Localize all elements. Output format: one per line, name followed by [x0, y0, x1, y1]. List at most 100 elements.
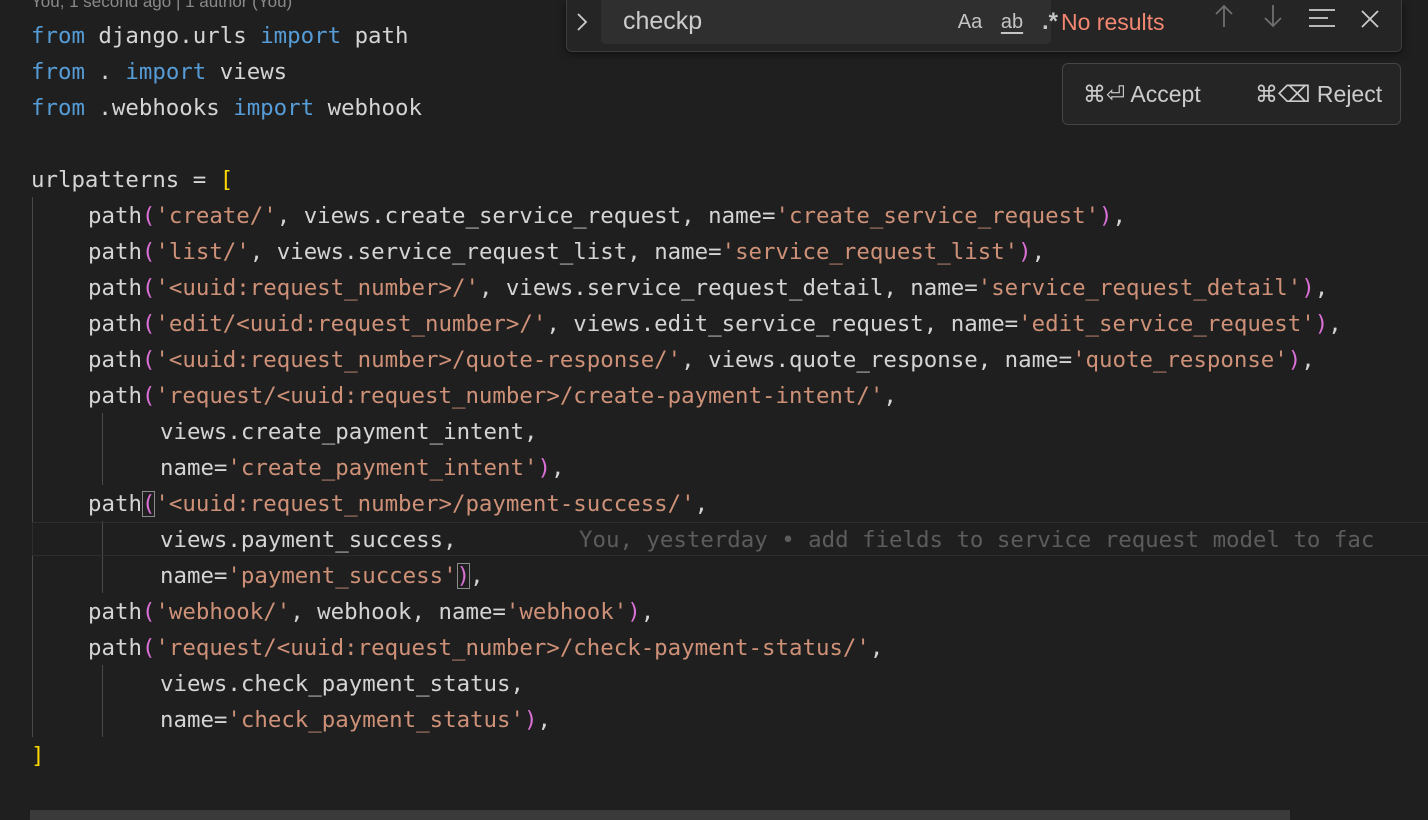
reject-button[interactable]: ⌘⌫ Reject [1255, 64, 1382, 124]
close-icon [1361, 10, 1379, 28]
matched-bracket: ) [456, 563, 471, 589]
find-in-selection-button[interactable] [1305, 0, 1339, 40]
code-line-20[interactable]: name='check_payment_status'), [160, 702, 551, 738]
bracket: ) [537, 455, 551, 481]
code-line-8[interactable]: path('<uuid:request_number>/', views.ser… [88, 270, 1328, 306]
module-name: .webhooks [98, 95, 220, 121]
code-text: name= [160, 707, 228, 733]
punctuation: , [1301, 347, 1315, 373]
next-match-button[interactable] [1256, 0, 1290, 40]
code-line-1[interactable]: from django.urls import path [31, 18, 408, 54]
code-line-13[interactable]: name='create_payment_intent'), [160, 450, 564, 486]
code-text: , views.service_request_detail, name= [478, 275, 978, 301]
code-text: , views.edit_service_request, name= [546, 311, 1019, 337]
whole-word-toggle[interactable]: ab [993, 0, 1031, 44]
function-name: path [88, 491, 142, 517]
code-line-21[interactable]: ] [31, 738, 44, 774]
string: 'create_payment_intent' [227, 455, 538, 481]
function-name: path [88, 203, 142, 229]
code-line-10[interactable]: path('<uuid:request_number>/quote-respon… [88, 342, 1315, 378]
bracket: ) [1301, 275, 1315, 301]
codelens-blame[interactable]: You, 1 second ago | 1 author (You) [31, 0, 292, 12]
punctuation: , [883, 383, 897, 409]
function-name: path [88, 311, 142, 337]
keyword: import [125, 59, 207, 85]
indent-guide [32, 197, 33, 737]
function-name: path [88, 635, 142, 661]
code-line-7[interactable]: path('list/', views.service_request_list… [88, 234, 1045, 270]
string: 'service_request_list' [721, 239, 1019, 265]
previous-match-button[interactable] [1207, 0, 1241, 40]
inline-diff-actions: ⌘⏎ Accept ⌘⌫ Reject [1062, 63, 1401, 125]
bracket: ( [141, 203, 156, 229]
string: 'edit_service_request' [1018, 311, 1315, 337]
arrow-down-icon [1264, 5, 1282, 28]
close-find-button[interactable] [1353, 0, 1387, 40]
bracket: ( [141, 383, 156, 409]
code-line-9[interactable]: path('edit/<uuid:request_number>/', view… [88, 306, 1342, 342]
code-line-5[interactable]: urlpatterns = [ [31, 162, 233, 198]
string: 'request/<uuid:request_number>/check-pay… [155, 635, 870, 661]
lines-icon [1309, 9, 1335, 27]
operator: = [192, 167, 207, 193]
find-input[interactable]: checkp [623, 0, 702, 44]
bracket: ] [31, 743, 45, 769]
function-name: path [88, 275, 142, 301]
find-input-box[interactable]: checkp Aa ab .* [601, 0, 1058, 44]
code-text: name= [160, 563, 228, 589]
reject-shortcut: ⌘⌫ [1255, 81, 1311, 107]
keyword: from [31, 59, 85, 85]
code-line-15[interactable]: views.payment_success, [160, 522, 457, 558]
function-name: path [88, 347, 142, 373]
bracket: ( [141, 599, 156, 625]
inline-blame: You, yesterday • add fields to service r… [579, 527, 1375, 553]
code-line-3[interactable]: from .webhooks import webhook [31, 90, 422, 126]
bracket: ( [141, 347, 156, 373]
code-line-17[interactable]: path('webhook/', webhook, name='webhook'… [88, 594, 654, 630]
code-text: , views.create_service_request, name= [276, 203, 776, 229]
string: '<uuid:request_number>/payment-success/' [155, 491, 695, 517]
identifier: webhook [327, 95, 422, 121]
code-line-16[interactable]: name='payment_success'), [160, 558, 484, 594]
accept-shortcut: ⌘⏎ [1083, 81, 1126, 107]
bracket: ) [627, 599, 641, 625]
code-line-14[interactable]: path('<uuid:request_number>/payment-succ… [88, 486, 708, 522]
code-line-6[interactable]: path('create/', views.create_service_req… [88, 198, 1126, 234]
code-text: , views.quote_response, name= [681, 347, 1073, 373]
string: 'webhook/' [155, 599, 291, 625]
regex-icon: .* [1041, 8, 1058, 35]
string: 'service_request_detail' [977, 275, 1302, 301]
punctuation: , [1112, 203, 1127, 229]
code-line-11[interactable]: path('request/<uuid:request_number>/crea… [88, 378, 897, 414]
code-text: name= [160, 455, 228, 481]
bracket: ( [141, 275, 156, 301]
match-case-toggle[interactable]: Aa [953, 0, 987, 44]
toggle-replace-button[interactable] [567, 0, 597, 44]
keyword: from [31, 95, 85, 121]
accept-button[interactable]: ⌘⏎ Accept [1083, 64, 1201, 124]
matched-bracket: ( [141, 491, 156, 517]
string: 'payment_success' [227, 563, 457, 589]
string: 'request/<uuid:request_number>/create-pa… [155, 383, 884, 409]
string: 'create/' [155, 203, 277, 229]
indent-guide [102, 413, 103, 485]
punctuation: , [537, 707, 551, 733]
string: 'check_payment_status' [227, 707, 524, 733]
horizontal-scrollbar[interactable] [30, 810, 1290, 820]
chevron-right-icon [577, 13, 588, 31]
keyword: import [233, 95, 315, 121]
match-case-icon: Aa [957, 11, 983, 33]
string: '<uuid:request_number>/quote-response/' [155, 347, 682, 373]
code-line-12[interactable]: views.create_payment_intent, [160, 414, 537, 450]
code-line-18[interactable]: path('request/<uuid:request_number>/chec… [88, 630, 883, 666]
string: 'list/' [155, 239, 250, 265]
function-name: path [88, 239, 142, 265]
punctuation: , [1328, 311, 1342, 337]
keyword: import [260, 23, 342, 49]
code-line-2[interactable]: from . import views [31, 54, 287, 90]
keyword: from [31, 23, 85, 49]
code-text: views.create_payment_intent, [160, 419, 538, 445]
code-text: , views.service_request_list, name= [249, 239, 722, 265]
code-line-19[interactable]: views.check_payment_status, [160, 666, 524, 702]
punctuation: , [640, 599, 655, 625]
